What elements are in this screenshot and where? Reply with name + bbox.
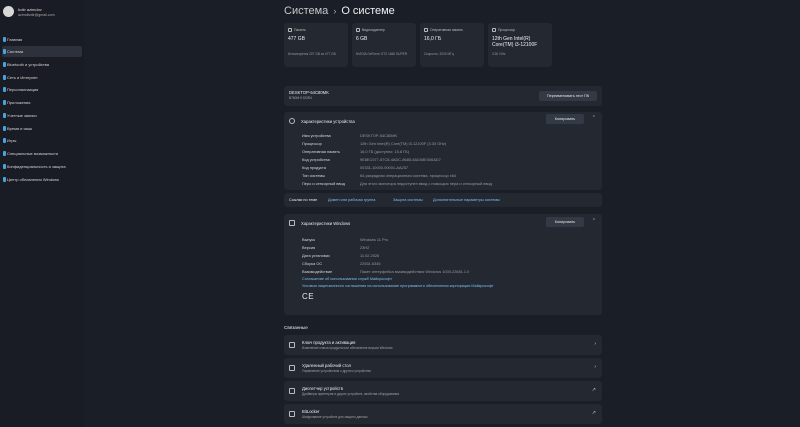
- brush-icon: [3, 87, 6, 92]
- apps-icon: [3, 100, 6, 105]
- page-title: О системе: [341, 5, 395, 17]
- sidebar-item-gaming[interactable]: Игры: [2, 135, 82, 146]
- remote-desktop-item[interactable]: Удаленный рабочий стол Управление устрой…: [284, 358, 602, 378]
- lock-icon: [289, 411, 295, 417]
- sidebar-item-time-language[interactable]: Время и язык: [2, 123, 82, 134]
- bluetooth-icon: [3, 62, 6, 67]
- bitlocker-item[interactable]: BitLocker Шифрование устройств для защит…: [284, 404, 602, 424]
- link-license-terms[interactable]: Условия лицензионного соглашения на испо…: [302, 284, 494, 288]
- remote-desktop-icon: [289, 365, 295, 371]
- user-email: azimdbotir@gmail.com: [18, 13, 55, 17]
- info-icon: [289, 118, 295, 124]
- chevron-right-icon: ›: [333, 6, 337, 16]
- accessibility-icon: [3, 151, 6, 156]
- gpu-card[interactable]: Видеоадаптер 6 GB NVIDIA GeForce GTX 166…: [352, 23, 416, 67]
- link-domain-workgroup[interactable]: Домен или рабочая группа: [328, 198, 375, 202]
- sidebar-item-bluetooth[interactable]: Bluetooth и устройства: [2, 59, 82, 70]
- storage-icon: [288, 28, 292, 32]
- cpu-icon: [492, 28, 496, 32]
- rename-pc-button[interactable]: Переименовать этот ПК: [539, 91, 597, 101]
- related-section-title: Связанные: [284, 325, 308, 330]
- sidebar-item-personalization[interactable]: Персонализация: [2, 84, 82, 95]
- gamepad-icon: [3, 138, 6, 143]
- related-links-bar: Ссылки по теме Домен или рабочая группа …: [284, 193, 602, 207]
- update-icon: [3, 177, 6, 182]
- copy-windows-specs-button[interactable]: Копировать: [546, 217, 584, 227]
- chevron-right-icon: ›: [594, 364, 596, 370]
- sidebar-item-home[interactable]: Главная: [2, 34, 82, 45]
- ce-mark: CE: [302, 292, 315, 301]
- windows-specs-panel: Характеристики Windows Копировать ⌃ Выпу…: [284, 214, 602, 315]
- chevron-up-icon[interactable]: ⌃: [592, 115, 596, 121]
- chevron-right-icon: ›: [594, 341, 596, 347]
- shield-icon: [3, 164, 6, 169]
- windows-logo-icon: [289, 220, 295, 226]
- related-links-heading: Ссылки по теме: [289, 198, 318, 202]
- external-link-icon: ↗: [591, 387, 596, 393]
- device-name: DESKTOP-54C80MK: [289, 90, 329, 95]
- device-model: B760M H DDR4: [289, 96, 312, 100]
- user-profile[interactable]: botir azimdov azimdbotir@gmail.com: [3, 6, 83, 26]
- home-icon: [3, 37, 6, 42]
- sidebar-item-windows-update[interactable]: Центр обновления Windows: [2, 174, 82, 185]
- link-system-protection[interactable]: Защита системы: [393, 198, 423, 202]
- breadcrumb-parent[interactable]: Система: [284, 5, 328, 17]
- link-services-agreement[interactable]: Соглашение об использовании служб Майкро…: [302, 277, 392, 281]
- sidebar-item-apps[interactable]: Приложения: [2, 97, 82, 108]
- key-icon: [289, 342, 295, 348]
- device-manager-icon: [289, 388, 295, 394]
- user-icon: [3, 113, 6, 118]
- external-link-icon: ↗: [591, 410, 596, 416]
- copy-device-specs-button[interactable]: Копировать: [546, 114, 584, 124]
- sidebar-item-network[interactable]: Сеть и Интернет: [2, 72, 82, 83]
- link-advanced-system-settings[interactable]: Дополнительные параметры системы: [433, 198, 500, 202]
- sidebar-item-accounts[interactable]: Учетные записи: [2, 110, 82, 121]
- avatar: [3, 6, 14, 17]
- device-name-row: DESKTOP-54C80MK B760M H DDR4 Переименова…: [284, 86, 602, 106]
- gpu-icon: [356, 28, 360, 32]
- breadcrumb: Система › О системе: [284, 5, 395, 17]
- sidebar: botir azimdov azimdbotir@gmail.com Главн…: [0, 0, 84, 427]
- sidebar-item-privacy[interactable]: Конфиденциальность и защита: [2, 161, 82, 172]
- device-specs-panel: Характеристики устройства Копировать ⌃ И…: [284, 112, 602, 190]
- ram-icon: [424, 28, 428, 32]
- sidebar-item-accessibility[interactable]: Специальные возможности: [2, 148, 82, 159]
- ram-card[interactable]: Оперативная память 16,0 ГБ Скорость: 320…: [420, 23, 484, 67]
- clock-icon: [3, 126, 6, 131]
- cpu-card[interactable]: Процессор 12th Gen Intel(R) Core(TM) i3-…: [488, 23, 552, 67]
- user-name: botir azimdov: [18, 7, 42, 12]
- chevron-up-icon[interactable]: ⌃: [592, 218, 596, 224]
- network-icon: [3, 75, 6, 80]
- sidebar-item-system[interactable]: Система: [2, 46, 82, 57]
- product-key-activation-item[interactable]: Ключ продукта и активация Изменение ключ…: [284, 335, 602, 355]
- monitor-icon: [3, 49, 6, 54]
- storage-card[interactable]: Память 477 GB Используется 207 GB из 477…: [284, 23, 348, 67]
- device-manager-item[interactable]: Диспетчер устройств Драйверы принтеров и…: [284, 381, 602, 401]
